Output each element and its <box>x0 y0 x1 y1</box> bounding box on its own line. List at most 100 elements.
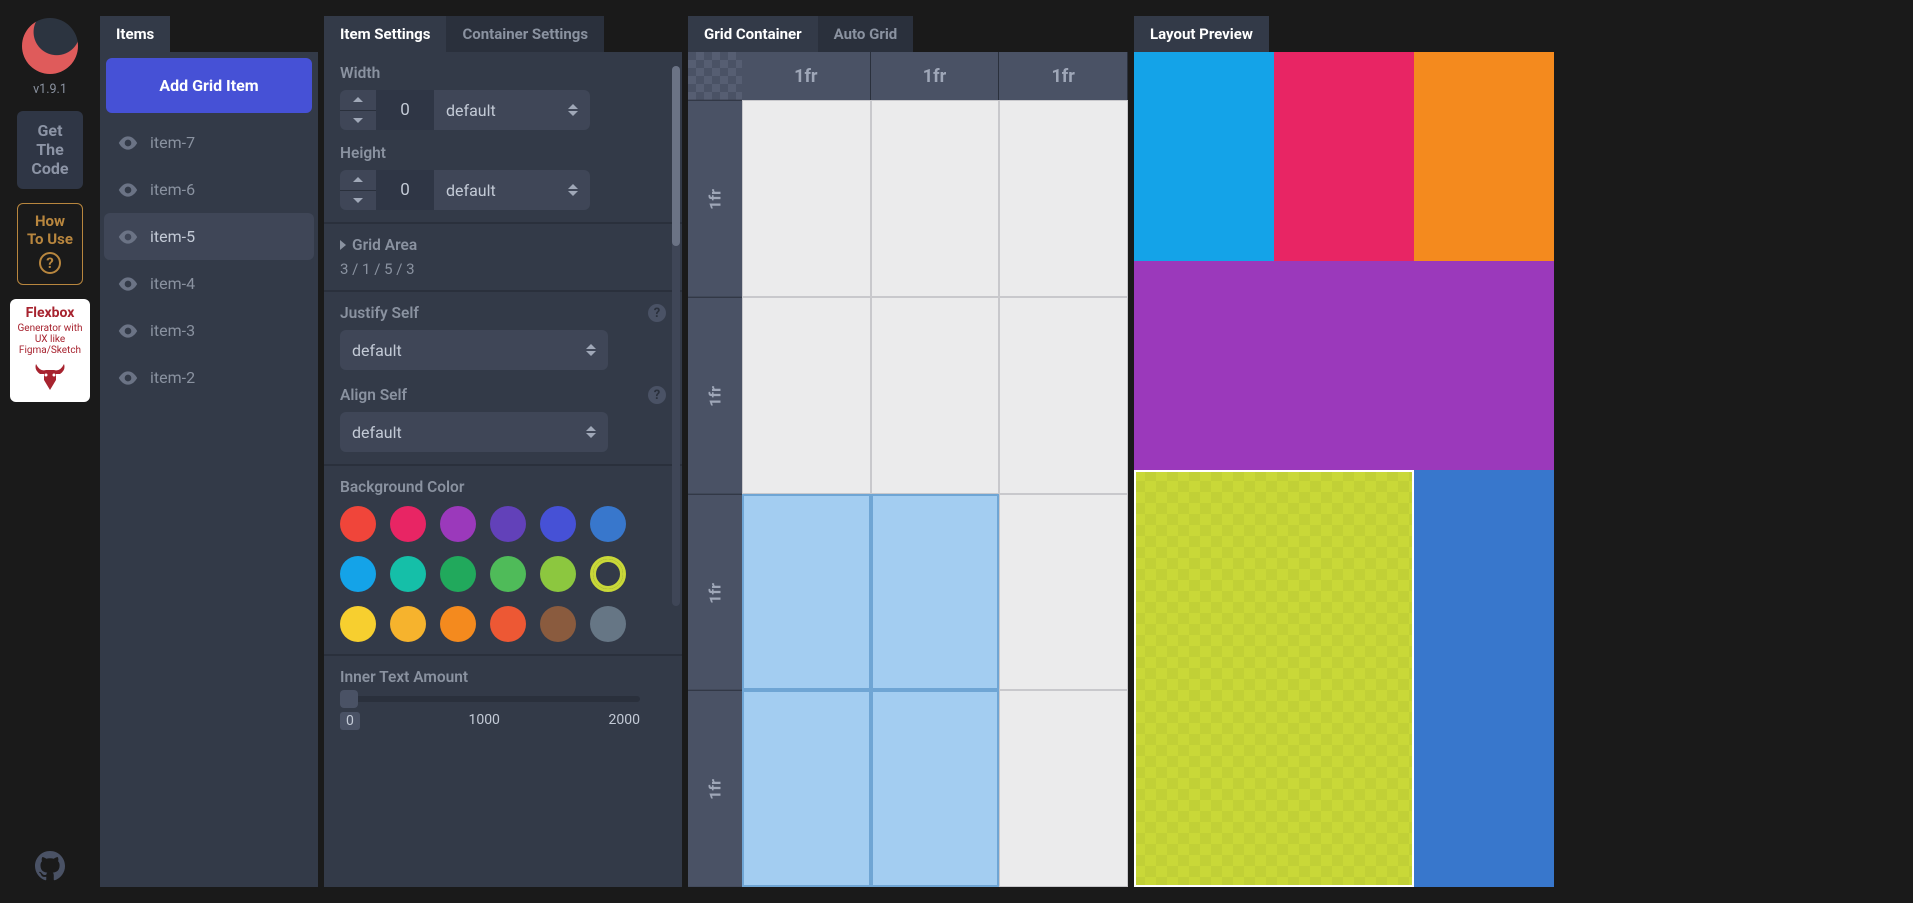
color-swatch[interactable] <box>440 556 476 592</box>
grid-cell[interactable] <box>999 297 1128 494</box>
grid-cell[interactable] <box>742 297 871 494</box>
flexbox-subtitle: Generator with UX like Figma/Sketch <box>16 323 84 356</box>
grid-corner <box>688 52 742 100</box>
tab-container-settings[interactable]: Container Settings <box>446 16 604 52</box>
item-label: item-5 <box>150 227 195 246</box>
height-stepper[interactable] <box>340 170 376 210</box>
grid-cell[interactable] <box>871 690 1000 887</box>
color-swatch[interactable] <box>540 606 576 642</box>
grid-cell[interactable] <box>999 100 1128 297</box>
get-the-code-button[interactable]: Get The Code <box>17 111 83 189</box>
color-swatch[interactable] <box>590 556 626 592</box>
width-stepper[interactable] <box>340 90 376 130</box>
list-item[interactable]: item-3 <box>104 307 314 354</box>
tab-grid-container[interactable]: Grid Container <box>688 16 818 52</box>
inner-text-slider[interactable]: 0 1000 2000 <box>340 696 640 730</box>
color-swatch[interactable] <box>390 506 426 542</box>
height-step-down[interactable] <box>340 190 376 211</box>
grid-cell[interactable] <box>871 494 1000 691</box>
help-icon: ? <box>39 252 61 274</box>
scrollbar-thumb[interactable] <box>672 66 680 246</box>
grid-column-header[interactable]: 1fr <box>999 52 1128 100</box>
grid-row-header[interactable]: 1fr <box>688 690 742 887</box>
align-self-select[interactable]: default <box>340 412 608 452</box>
height-input[interactable] <box>376 170 434 210</box>
preview-tile[interactable] <box>1274 52 1414 261</box>
width-unit-select[interactable]: default <box>434 90 590 130</box>
help-icon[interactable]: ? <box>648 304 666 322</box>
color-swatch[interactable] <box>540 556 576 592</box>
color-swatch[interactable] <box>590 506 626 542</box>
width-label: Width <box>340 64 666 82</box>
color-swatch[interactable] <box>340 556 376 592</box>
width-input[interactable] <box>376 90 434 130</box>
grid-cell[interactable] <box>871 297 1000 494</box>
list-item[interactable]: item-2 <box>104 354 314 401</box>
items-panel: Items Add Grid Item item-7 item-6 item-5 it… <box>100 16 318 887</box>
color-swatch[interactable] <box>590 606 626 642</box>
width-step-up[interactable] <box>340 90 376 110</box>
grid-cell[interactable] <box>999 494 1128 691</box>
tab-auto-grid[interactable]: Auto Grid <box>818 16 914 52</box>
app-logo <box>22 18 78 74</box>
grid-row-header[interactable]: 1fr <box>688 494 742 691</box>
color-swatch[interactable] <box>390 606 426 642</box>
flexbox-promo-card[interactable]: Flexbox Generator with UX like Figma/Ske… <box>10 299 90 402</box>
align-self-value: default <box>352 423 402 442</box>
color-swatch[interactable] <box>490 556 526 592</box>
preview-tile[interactable] <box>1134 470 1414 888</box>
width-step-down[interactable] <box>340 110 376 131</box>
justify-self-select[interactable]: default <box>340 330 608 370</box>
slider-min: 0 <box>340 712 360 730</box>
list-item[interactable]: item-5 <box>104 213 314 260</box>
color-swatch[interactable] <box>340 606 376 642</box>
eye-icon <box>118 136 138 150</box>
grid-row-header[interactable]: 1fr <box>688 100 742 297</box>
grid-cell[interactable] <box>871 100 1000 297</box>
grid-cell[interactable] <box>742 690 871 887</box>
item-label: item-7 <box>150 133 195 152</box>
slider-max: 2000 <box>609 712 640 730</box>
slider-mid: 1000 <box>468 712 499 730</box>
list-item[interactable]: item-7 <box>104 119 314 166</box>
eye-icon <box>118 230 138 244</box>
color-swatch[interactable] <box>540 506 576 542</box>
height-step-up[interactable] <box>340 170 376 190</box>
settings-panel: Item Settings Container Settings Width d… <box>324 16 682 887</box>
list-item[interactable]: item-4 <box>104 260 314 307</box>
add-grid-item-button[interactable]: Add Grid Item <box>106 58 312 113</box>
grid-cell[interactable] <box>999 690 1128 887</box>
color-swatch[interactable] <box>490 506 526 542</box>
color-swatch[interactable] <box>490 606 526 642</box>
justify-self-value: default <box>352 341 402 360</box>
how-to-use-button[interactable]: How To Use ? <box>17 203 83 285</box>
height-unit-select[interactable]: default <box>434 170 590 210</box>
help-icon[interactable]: ? <box>648 386 666 404</box>
grid-area-value: 3 / 1 / 5 / 3 <box>340 260 666 278</box>
github-link[interactable] <box>35 851 65 885</box>
grid-row-header[interactable]: 1fr <box>688 297 742 494</box>
grid-column-header[interactable]: 1fr <box>871 52 1000 100</box>
color-swatch[interactable] <box>340 506 376 542</box>
item-label: item-2 <box>150 368 195 387</box>
chevron-right-icon <box>340 240 346 250</box>
color-swatch[interactable] <box>390 556 426 592</box>
color-swatch[interactable] <box>440 506 476 542</box>
tab-layout-preview[interactable]: Layout Preview <box>1134 16 1269 52</box>
list-item[interactable]: item-6 <box>104 166 314 213</box>
item-label: item-3 <box>150 321 195 340</box>
preview-tile[interactable] <box>1414 470 1554 888</box>
background-color-label: Background Color <box>340 478 666 496</box>
slider-thumb[interactable] <box>340 690 358 708</box>
align-self-label: Align Self <box>340 386 407 404</box>
grid-cell[interactable] <box>742 494 871 691</box>
grid-column-header[interactable]: 1fr <box>742 52 871 100</box>
tab-items[interactable]: Items <box>100 16 170 52</box>
color-swatch[interactable] <box>440 606 476 642</box>
tab-item-settings[interactable]: Item Settings <box>324 16 446 52</box>
preview-tile[interactable] <box>1134 52 1274 261</box>
justify-self-label: Justify Self <box>340 304 419 322</box>
preview-tile[interactable] <box>1134 261 1554 470</box>
preview-tile[interactable] <box>1414 52 1554 261</box>
grid-cell[interactable] <box>742 100 871 297</box>
